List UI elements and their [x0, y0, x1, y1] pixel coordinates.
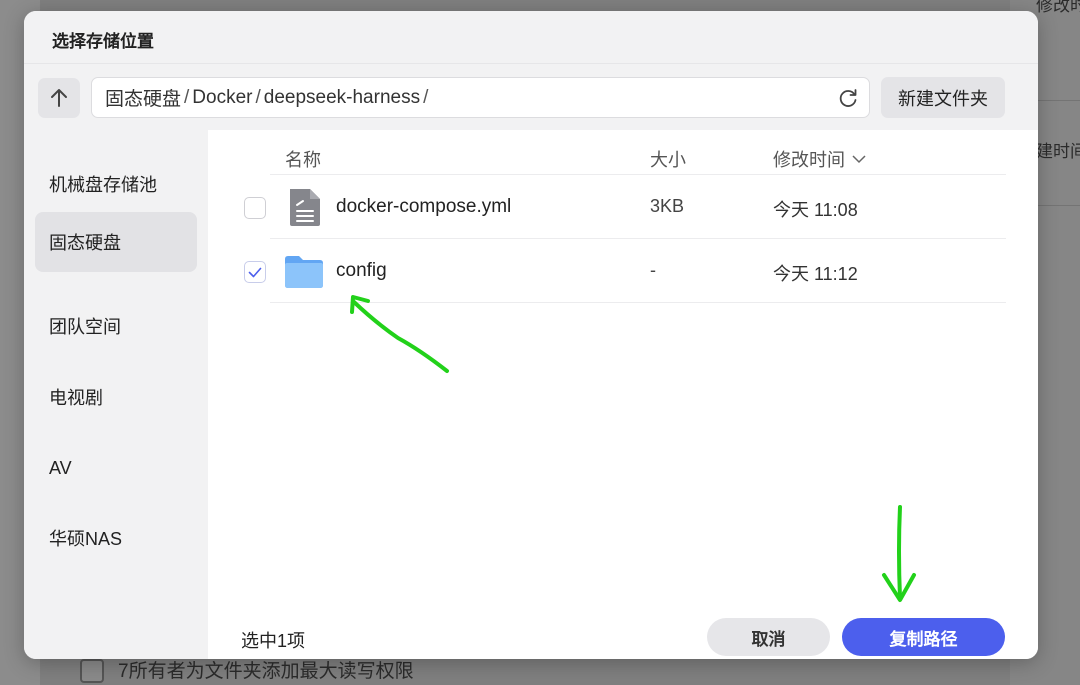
background-checkbox — [80, 659, 104, 683]
cancel-button[interactable]: 取消 — [707, 618, 830, 656]
breadcrumb-item[interactable]: 固态硬盘 — [105, 84, 181, 111]
breadcrumb-separator: / — [423, 86, 429, 108]
column-header-name[interactable]: 名称 — [285, 146, 321, 172]
selection-count: 选中1项 — [241, 631, 306, 651]
dialog-title: 选择存储位置 — [52, 32, 154, 51]
sidebar-item-team-space[interactable]: 团队空间 — [35, 296, 197, 356]
row-checkbox[interactable] — [244, 261, 266, 283]
storage-sidebar: 机械盘存储池 固态硬盘 团队空间 电视剧 AV 华硕NAS — [24, 130, 208, 659]
column-header-size[interactable]: 大小 — [650, 146, 686, 172]
file-name: docker-compose.yml — [336, 196, 512, 217]
path-field[interactable]: 固态硬盘 / Docker / deepseek-harness / — [91, 77, 870, 118]
copy-path-button[interactable]: 复制路径 — [842, 618, 1005, 656]
background-permission-text: 7所有者为文件夹添加最大读写权限 — [118, 661, 414, 682]
file-size: 3KB — [650, 196, 685, 216]
document-icon — [290, 189, 320, 226]
checkmark-icon — [248, 267, 262, 277]
column-header-modified[interactable]: 修改时间 — [773, 146, 866, 172]
file-size: - — [650, 260, 656, 280]
new-folder-button[interactable]: 新建文件夹 — [881, 77, 1005, 118]
sidebar-item-tv-series[interactable]: 电视剧 — [35, 367, 197, 427]
sidebar-item-ssd[interactable]: 固态硬盘 — [35, 212, 197, 272]
breadcrumb-separator: / — [255, 86, 261, 108]
go-up-button[interactable] — [38, 78, 80, 118]
dialog-header: 选择存储位置 — [24, 11, 1038, 64]
breadcrumb-item[interactable]: deepseek-harness — [264, 87, 420, 109]
background-column-text: 修改时间 — [1036, 0, 1080, 15]
file-row[interactable]: config - 今天 11:12 — [244, 239, 1006, 303]
sidebar-item-hdd-pool[interactable]: 机械盘存储池 — [35, 154, 197, 214]
breadcrumb-item[interactable]: Docker — [192, 87, 252, 109]
background-column-text: 建时间 — [1036, 142, 1080, 161]
sidebar-item-asus-nas[interactable]: 华硕NAS — [35, 508, 197, 568]
breadcrumb-separator: / — [184, 86, 190, 108]
file-list-panel: 名称 大小 修改时间 docker-compose.yml 3KB 今天 11:… — [208, 130, 1038, 659]
path-toolbar: 固态硬盘 / Docker / deepseek-harness / 新建文件夹 — [24, 64, 1038, 130]
arrow-up-icon — [51, 89, 67, 107]
file-modified: 今天 11:08 — [773, 200, 858, 220]
chevron-down-icon — [852, 155, 866, 164]
file-name: config — [336, 260, 387, 281]
column-header-modified-label: 修改时间 — [773, 150, 845, 170]
file-modified: 今天 11:12 — [773, 264, 858, 284]
row-checkbox[interactable] — [244, 197, 266, 219]
file-row[interactable]: docker-compose.yml 3KB 今天 11:08 — [244, 175, 1006, 239]
sidebar-item-av[interactable]: AV — [35, 438, 197, 498]
storage-location-dialog: 选择存储位置 固态硬盘 / Docker / deepseek-harness … — [24, 11, 1038, 659]
refresh-icon[interactable] — [837, 87, 859, 109]
folder-icon — [285, 256, 323, 288]
